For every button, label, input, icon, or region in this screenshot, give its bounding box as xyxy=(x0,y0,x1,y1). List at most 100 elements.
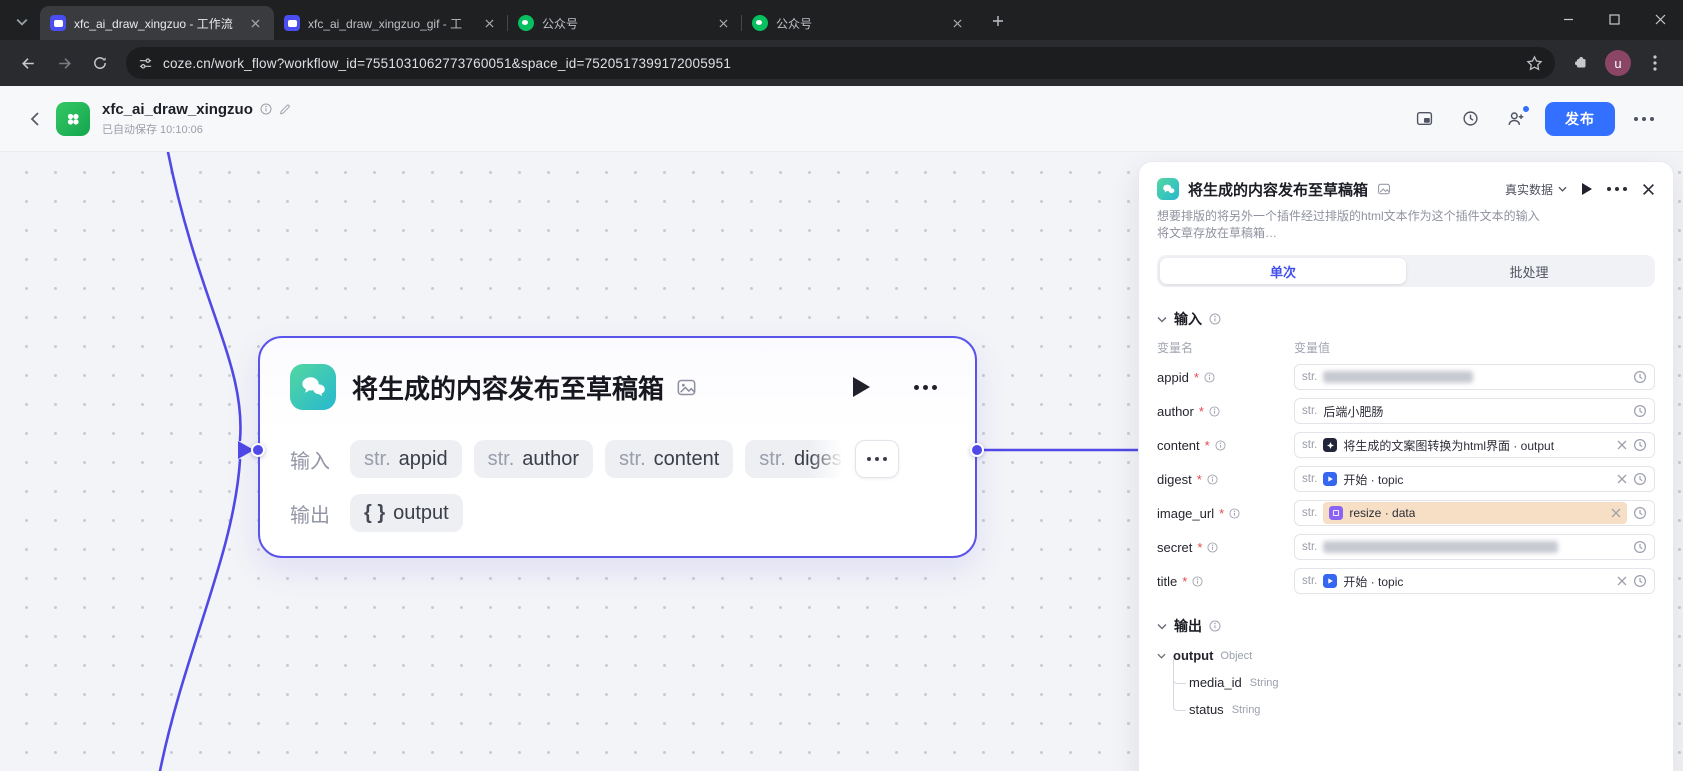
wechat-mp-favicon-icon xyxy=(518,15,534,31)
window-maximize-button[interactable] xyxy=(1591,0,1637,38)
draft-box-icon xyxy=(676,377,697,398)
chevron-down-icon[interactable] xyxy=(1157,653,1166,659)
browser-tab-workflow-gif[interactable]: xfc_ai_draw_xingzuo_gif - 工 xyxy=(274,6,508,40)
panel-run-button[interactable] xyxy=(1582,183,1592,195)
node-output-label: 输出 xyxy=(290,499,338,528)
tab-batch[interactable]: 批处理 xyxy=(1406,258,1652,284)
new-tab-button[interactable] xyxy=(984,7,1012,35)
close-icon[interactable] xyxy=(715,15,732,32)
header-actions: 发布 xyxy=(1407,102,1661,136)
info-icon[interactable] xyxy=(1215,440,1226,451)
avatar[interactable]: u xyxy=(1605,50,1631,76)
info-icon[interactable] xyxy=(1209,406,1220,417)
browser-tab-workflow[interactable]: xfc_ai_draw_xingzuo - 工作流 xyxy=(40,6,274,40)
chevron-down-icon[interactable] xyxy=(1157,623,1167,630)
info-icon[interactable] xyxy=(1207,474,1218,485)
start-node-icon xyxy=(1323,472,1337,486)
history-clock-icon[interactable] xyxy=(1633,370,1647,384)
more-params-button[interactable] xyxy=(855,440,899,478)
extensions-icon[interactable] xyxy=(1565,47,1597,79)
node-more-icon[interactable] xyxy=(905,369,945,405)
tab-label: 公众号 xyxy=(542,15,707,32)
tab-label: xfc_ai_draw_xingzuo - 工作流 xyxy=(74,15,239,32)
param-row-appid: appid* str. xyxy=(1157,364,1655,390)
value-input[interactable]: str. 开始 · topic xyxy=(1294,466,1655,492)
value-input[interactable]: str. xyxy=(1294,364,1655,390)
window-controls xyxy=(1545,0,1683,38)
param-row-secret: secret* str. xyxy=(1157,534,1655,560)
collaborators-icon[interactable] xyxy=(1499,103,1533,135)
panel-header: 将生成的内容发布至草稿箱 真实数据 xyxy=(1157,178,1655,200)
value-input[interactable]: str. 将生成的文案图转换为html界面 · output xyxy=(1294,432,1655,458)
workflow-canvas[interactable]: 将生成的内容发布至草稿箱 输入 str.appid str.author str… xyxy=(0,152,1683,771)
workspace-logo-icon xyxy=(56,102,90,136)
back-button[interactable] xyxy=(12,47,44,79)
close-icon[interactable] xyxy=(949,15,966,32)
panel-more-icon[interactable] xyxy=(1607,187,1627,191)
type-badge: String xyxy=(1232,704,1261,716)
node-run-button[interactable] xyxy=(843,369,879,405)
info-icon[interactable] xyxy=(1229,508,1240,519)
tab-search-chevron-icon[interactable] xyxy=(8,8,36,36)
value-input[interactable]: str. 开始 · topic xyxy=(1294,568,1655,594)
data-mode-dropdown[interactable]: 真实数据 xyxy=(1505,181,1567,198)
forward-button[interactable] xyxy=(48,47,80,79)
info-icon[interactable] xyxy=(1209,620,1221,632)
node-config-panel: 将生成的内容发布至草稿箱 真实数据 想要排版的将另外 xyxy=(1138,161,1674,771)
info-icon[interactable] xyxy=(260,103,272,115)
redacted-value xyxy=(1323,541,1558,553)
node-output-port[interactable] xyxy=(970,443,984,457)
history-clock-icon[interactable] xyxy=(1633,574,1647,588)
panel-title: 将生成的内容发布至草稿箱 xyxy=(1188,179,1368,200)
reload-button[interactable] xyxy=(84,47,116,79)
history-clock-icon[interactable] xyxy=(1633,404,1647,418)
value-input[interactable]: str. xyxy=(1294,534,1655,560)
info-icon[interactable] xyxy=(1192,576,1203,587)
remove-value-icon[interactable] xyxy=(1617,440,1627,450)
history-clock-icon[interactable] xyxy=(1633,540,1647,554)
type-badge: String xyxy=(1250,677,1279,689)
value-input[interactable]: str. 后端小肥肠 xyxy=(1294,398,1655,424)
remove-value-icon[interactable] xyxy=(1611,508,1621,518)
browser-menu-icon[interactable] xyxy=(1639,47,1671,79)
param-tag-digest-truncated: str.diges xyxy=(745,440,843,478)
history-icon[interactable] xyxy=(1453,103,1487,135)
value-input[interactable]: str. resize · data xyxy=(1294,500,1655,526)
bookmark-star-icon[interactable] xyxy=(1526,55,1543,72)
info-icon[interactable] xyxy=(1209,313,1221,325)
browser-tab-strip: xfc_ai_draw_xingzuo - 工作流 xfc_ai_draw_xi… xyxy=(0,0,1683,40)
browser-tab-mp-1[interactable]: 公众号 xyxy=(508,6,742,40)
remove-value-icon[interactable] xyxy=(1617,474,1627,484)
publish-button[interactable]: 发布 xyxy=(1545,102,1615,136)
panel-close-icon[interactable] xyxy=(1642,183,1655,196)
close-icon[interactable] xyxy=(247,15,264,32)
browser-tab-mp-2[interactable]: 公众号 xyxy=(742,6,976,40)
history-clock-icon[interactable] xyxy=(1633,506,1647,520)
draft-box-icon xyxy=(1377,182,1391,196)
chevron-down-icon[interactable] xyxy=(1157,316,1167,323)
address-bar[interactable]: coze.cn/work_flow?workflow_id=7551031062… xyxy=(126,47,1555,79)
info-icon[interactable] xyxy=(1204,372,1215,383)
site-settings-icon[interactable] xyxy=(138,56,153,71)
variable-column-headers: 变量名 变量值 xyxy=(1157,339,1655,356)
input-section-header: 输入 xyxy=(1157,309,1655,329)
workflow-node-publish-draft[interactable]: 将生成的内容发布至草稿箱 输入 str.appid str.author str… xyxy=(258,336,977,558)
close-icon[interactable] xyxy=(481,15,498,32)
tab-single[interactable]: 单次 xyxy=(1160,258,1406,284)
param-row-content: content* str. 将生成的文案图转换为html界面 · output xyxy=(1157,432,1655,458)
window-close-button[interactable] xyxy=(1637,0,1683,38)
output-tree: output Object media_id String status Str… xyxy=(1157,648,1655,717)
pip-view-icon[interactable] xyxy=(1407,103,1441,135)
edit-pencil-icon[interactable] xyxy=(279,103,291,115)
node-input-row: 输入 str.appid str.author str.content str.… xyxy=(290,440,945,478)
tab-label: 公众号 xyxy=(776,15,941,32)
remove-value-icon[interactable] xyxy=(1617,576,1627,586)
node-input-port[interactable] xyxy=(251,443,265,457)
history-clock-icon[interactable] xyxy=(1633,438,1647,452)
info-icon[interactable] xyxy=(1207,542,1218,553)
history-clock-icon[interactable] xyxy=(1633,472,1647,486)
window-minimize-button[interactable] xyxy=(1545,0,1591,38)
output-root-row: output Object xyxy=(1157,648,1655,663)
back-chevron-icon[interactable] xyxy=(22,106,48,132)
more-menu-icon[interactable] xyxy=(1627,103,1661,135)
